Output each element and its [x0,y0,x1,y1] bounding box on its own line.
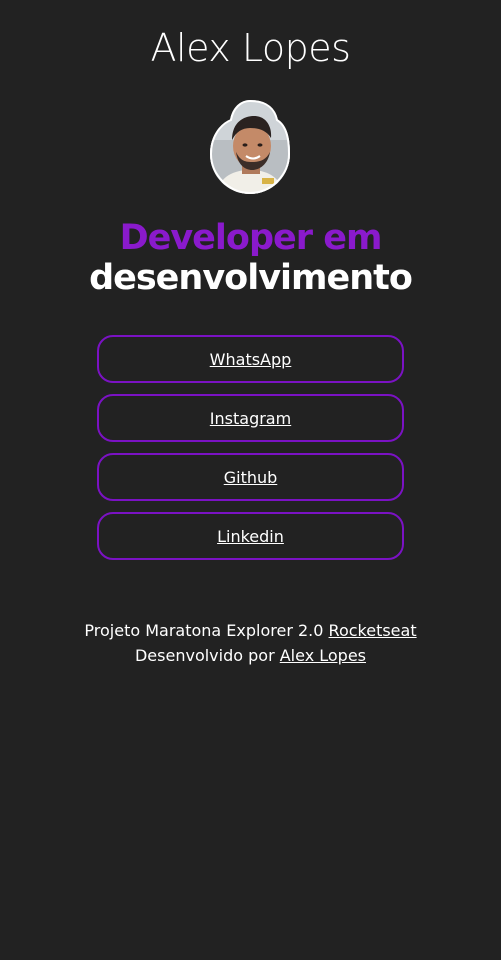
whatsapp-link-button[interactable]: WhatsApp [97,335,404,383]
linkedin-link[interactable]: Linkedin [217,527,284,546]
headline-accent: Developer em [119,218,383,258]
headline-rest: desenvolvimento [89,258,413,298]
footer-project-text: Projeto Maratona Explorer 2.0 [84,621,324,640]
footer-line-author: Desenvolvido por Alex Lopes [0,643,501,668]
footer-line-project: Projeto Maratona Explorer 2.0 Rocketseat [0,618,501,643]
instagram-link-button[interactable]: Instagram [97,394,404,442]
social-links-list: WhatsApp Instagram Github Linkedin [97,335,404,571]
github-link[interactable]: Github [224,468,278,487]
instagram-link[interactable]: Instagram [210,409,291,428]
author-link[interactable]: Alex Lopes [280,646,366,665]
page: Alex Lopes Developer em desenvolvimento … [0,0,501,960]
linkedin-link-button[interactable]: Linkedin [97,512,404,560]
footer-author-text: Desenvolvido por [134,646,275,665]
avatar-photo [209,99,291,195]
headline: Developer em desenvolvimento [0,218,501,298]
footer: Projeto Maratona Explorer 2.0 Rocketseat… [0,618,501,668]
github-link-button[interactable]: Github [97,453,404,501]
whatsapp-link[interactable]: WhatsApp [210,350,292,369]
avatar [209,99,291,195]
profile-name: Alex Lopes [150,26,351,70]
rocketseat-link[interactable]: Rocketseat [329,621,417,640]
